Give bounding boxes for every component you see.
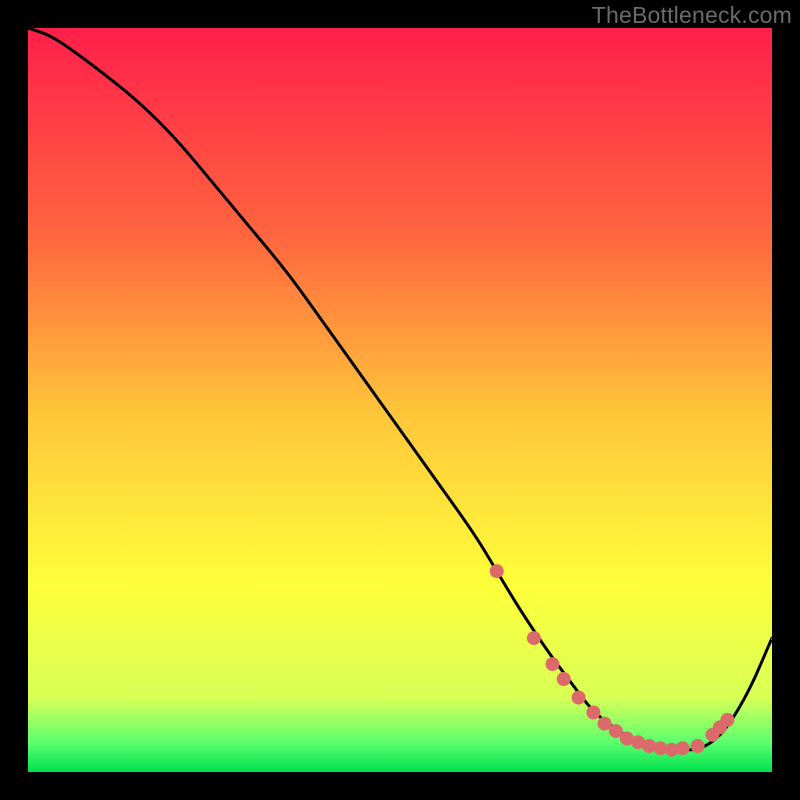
plot-area — [28, 28, 772, 772]
watermark-text: TheBottleneck.com — [592, 2, 792, 29]
highlight-dot — [490, 564, 504, 578]
highlight-dot — [720, 713, 734, 727]
highlight-dot — [691, 739, 705, 753]
highlight-dot — [546, 657, 560, 671]
highlight-dot — [527, 631, 541, 645]
highlight-dot — [586, 706, 600, 720]
highlight-dot — [557, 672, 571, 686]
bottleneck-chart — [28, 28, 772, 772]
gradient-background — [28, 28, 772, 772]
chart-frame: TheBottleneck.com — [0, 0, 800, 800]
highlight-dot — [676, 741, 690, 755]
highlight-dot — [572, 691, 586, 705]
